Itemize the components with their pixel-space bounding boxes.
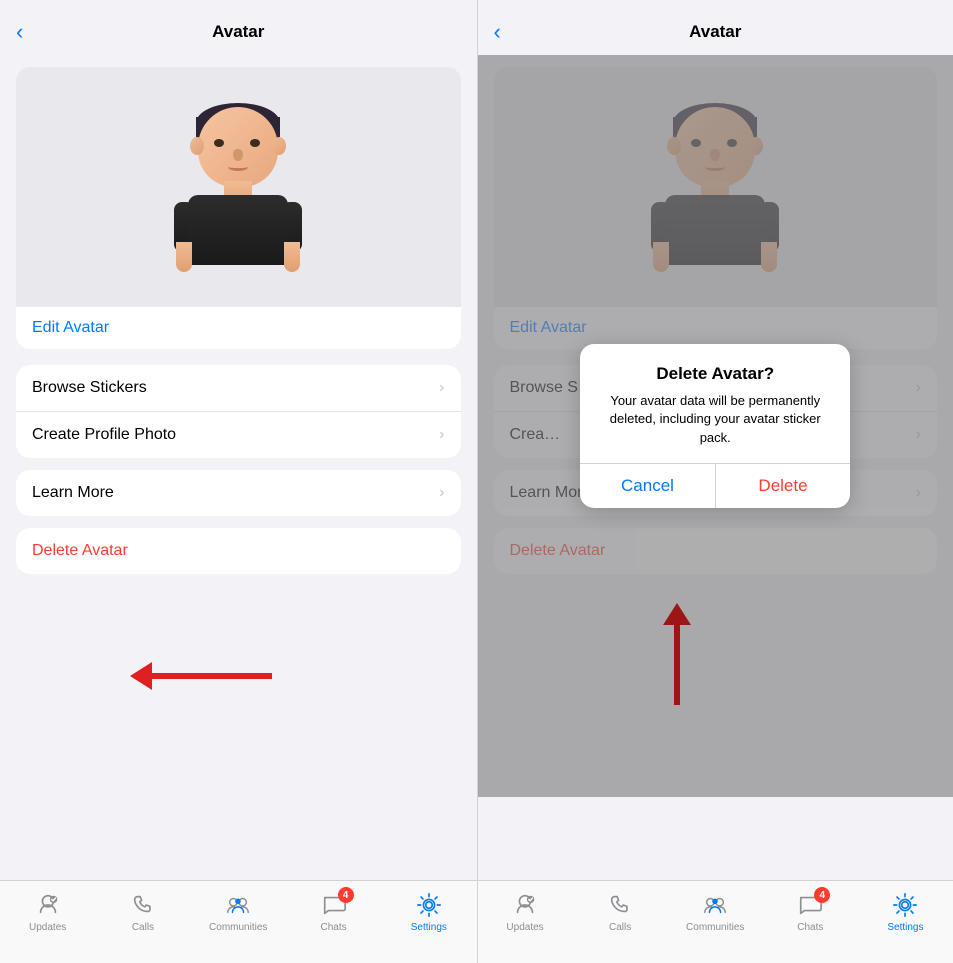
left-tab-updates[interactable]: Updates <box>18 891 78 933</box>
right-content: Edit Avatar Browse S… › Crea… › Learn Mo… <box>478 55 953 880</box>
left-back-button[interactable]: ‹ <box>16 19 23 45</box>
left-menu-group-3: Delete Avatar <box>16 528 461 574</box>
communities-icon <box>224 891 252 919</box>
communities-tab-label: Communities <box>209 922 267 933</box>
updates-tab-label: Updates <box>29 922 66 933</box>
r-chats-icon: 4 <box>796 891 824 919</box>
right-page-title: Avatar <box>689 22 741 42</box>
avatar-arm-right <box>284 242 300 272</box>
calls-icon <box>129 891 157 919</box>
r-chats-badge: 4 <box>814 887 830 903</box>
dialog-delete-button[interactable]: Delete <box>716 464 851 508</box>
left-tab-bar: Updates Calls Communities <box>0 880 477 963</box>
right-panel: ‹ Avatar <box>477 0 953 963</box>
right-tab-calls[interactable]: Calls <box>590 891 650 933</box>
r-chats-tab-label: Chats <box>797 922 823 933</box>
learn-more-chevron-icon: › <box>439 484 444 502</box>
left-browse-stickers-item[interactable]: Browse Stickers › <box>16 365 461 412</box>
avatar-arm-left <box>176 242 192 272</box>
create-profile-photo-label: Create Profile Photo <box>32 426 176 444</box>
r-communities-icon <box>701 891 729 919</box>
left-menu-group-1: Browse Stickers › Create Profile Photo › <box>16 365 461 458</box>
left-avatar-image-area <box>16 67 461 307</box>
r-settings-tab-label: Settings <box>887 922 923 933</box>
avatar-ear-right <box>272 137 286 155</box>
red-arrow-left <box>130 662 272 690</box>
arrow-head-icon <box>130 662 152 690</box>
learn-more-label: Learn More <box>32 484 114 502</box>
avatar-head <box>198 107 278 187</box>
right-tab-chats[interactable]: 4 Chats <box>780 891 840 933</box>
left-tab-chats[interactable]: 4 Chats <box>304 891 364 933</box>
left-header: ‹ Avatar <box>0 0 477 55</box>
dialog-overlay: Delete Avatar? Your avatar data will be … <box>478 55 953 797</box>
arrow-shaft <box>152 673 272 679</box>
right-tab-settings[interactable]: Settings <box>875 891 935 933</box>
chats-tab-label: Chats <box>320 922 346 933</box>
dialog-title: Delete Avatar? <box>596 364 834 384</box>
left-menu-group-2: Learn More › <box>16 470 461 516</box>
chats-badge: 4 <box>338 887 354 903</box>
dialog-message: Your avatar data will be permanently del… <box>596 392 834 447</box>
left-avatar-card: Edit Avatar <box>16 67 461 349</box>
left-learn-more-item[interactable]: Learn More › <box>16 470 461 516</box>
updates-icon <box>34 891 62 919</box>
right-tab-communities[interactable]: Communities <box>685 891 745 933</box>
left-delete-avatar-item[interactable]: Delete Avatar <box>16 528 461 574</box>
left-tab-calls[interactable]: Calls <box>113 891 173 933</box>
browse-stickers-label: Browse Stickers <box>32 379 147 397</box>
left-tab-communities[interactable]: Communities <box>208 891 268 933</box>
create-profile-photo-chevron-icon: › <box>439 426 444 444</box>
right-header: ‹ Avatar <box>478 0 953 55</box>
left-edit-avatar-button[interactable]: Edit Avatar <box>16 307 461 349</box>
dialog-buttons: Cancel Delete <box>580 463 850 508</box>
right-tab-bar: Updates Calls Communities <box>478 880 953 963</box>
left-create-profile-photo-item[interactable]: Create Profile Photo › <box>16 412 461 458</box>
r-updates-icon <box>511 891 539 919</box>
dialog-content: Delete Avatar? Your avatar data will be … <box>580 344 850 463</box>
avatar-body <box>188 195 288 265</box>
delete-avatar-label: Delete Avatar <box>32 542 128 560</box>
settings-tab-label: Settings <box>411 922 447 933</box>
r-calls-tab-label: Calls <box>609 922 631 933</box>
left-avatar-3d <box>168 87 308 287</box>
chats-icon: 4 <box>320 891 348 919</box>
left-page-title: Avatar <box>212 22 264 42</box>
r-communities-tab-label: Communities <box>686 922 744 933</box>
r-calls-icon <box>606 891 634 919</box>
r-updates-tab-label: Updates <box>506 922 543 933</box>
delete-avatar-dialog: Delete Avatar? Your avatar data will be … <box>580 344 850 508</box>
settings-icon <box>415 891 443 919</box>
browse-stickers-chevron-icon: › <box>439 379 444 397</box>
left-arrow-indicator <box>130 662 272 690</box>
left-content: Edit Avatar Browse Stickers › Create Pro… <box>0 55 477 880</box>
r-settings-icon <box>891 891 919 919</box>
left-tab-settings[interactable]: Settings <box>399 891 459 933</box>
right-tab-updates[interactable]: Updates <box>495 891 555 933</box>
left-panel: ‹ Avatar <box>0 0 477 963</box>
dialog-cancel-button[interactable]: Cancel <box>580 464 716 508</box>
calls-tab-label: Calls <box>132 922 154 933</box>
right-back-button[interactable]: ‹ <box>494 19 501 45</box>
